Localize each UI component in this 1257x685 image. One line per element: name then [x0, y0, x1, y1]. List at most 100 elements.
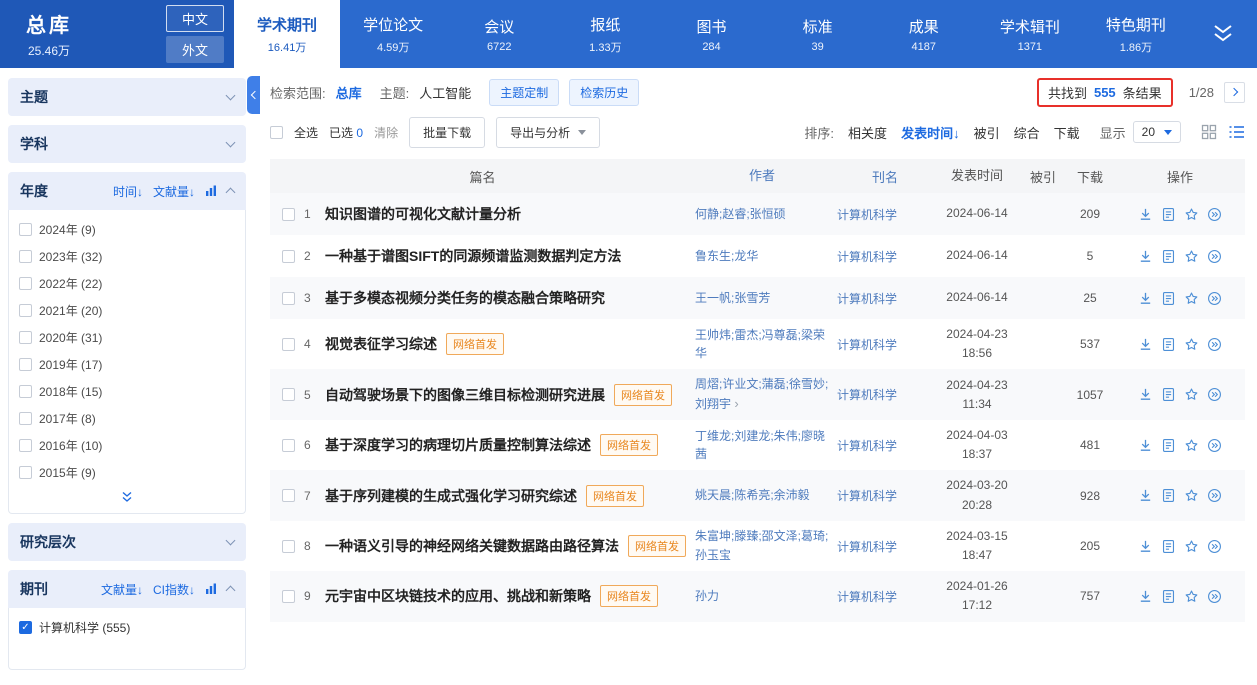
year-checkbox[interactable]: [19, 277, 32, 290]
chevron-down-icon[interactable]: [226, 138, 236, 148]
row-checkbox[interactable]: [282, 439, 295, 452]
clear-selection-button[interactable]: 清除: [374, 124, 398, 141]
page-size-select[interactable]: 20: [1133, 121, 1181, 143]
authors-cell[interactable]: 王帅炜;雷杰;冯尊磊;梁荣华: [695, 326, 837, 363]
total-library-block[interactable]: 总库 25.46万 中文 外文: [0, 0, 234, 68]
download-icon[interactable]: [1138, 207, 1153, 222]
year-checkbox[interactable]: [19, 250, 32, 263]
row-checkbox[interactable]: [282, 540, 295, 553]
year-filter-item[interactable]: 2016年 (10): [19, 432, 235, 459]
journal-sort-ci[interactable]: CI指数↓: [153, 581, 195, 598]
sidebar-collapse-icon[interactable]: [247, 76, 260, 114]
article-title-link[interactable]: 基于序列建模的生成式强化学习研究综述: [325, 486, 577, 506]
year-filter-item[interactable]: 2023年 (32): [19, 243, 235, 270]
row-checkbox[interactable]: [282, 250, 295, 263]
authors-cell[interactable]: 丁维龙;刘建龙;朱伟;廖晓茜: [695, 427, 837, 464]
tab-foreign[interactable]: 外文: [166, 36, 224, 63]
authors-cell[interactable]: 孙力: [695, 587, 837, 606]
year-checkbox[interactable]: [19, 223, 32, 236]
panel-topic-header[interactable]: 主题: [8, 78, 246, 116]
sort-option[interactable]: 被引: [974, 123, 1000, 142]
batch-download-button[interactable]: 批量下载: [409, 117, 485, 148]
favorite-icon[interactable]: [1184, 438, 1199, 453]
topic-custom-button[interactable]: 主题定制: [489, 79, 559, 106]
total-library[interactable]: 总库 25.46万: [26, 9, 72, 59]
year-checkbox[interactable]: [19, 466, 32, 479]
cite-icon[interactable]: [1207, 387, 1222, 402]
journal-link[interactable]: 计算机科学: [837, 588, 933, 605]
cite-icon[interactable]: [1207, 488, 1222, 503]
authors-text[interactable]: 何静;赵睿;张恒硕: [695, 207, 786, 221]
article-title-link[interactable]: 一种语义引导的神经网络关键数据路由路径算法: [325, 536, 619, 556]
authors-cell[interactable]: 王一帆;张雪芳: [695, 289, 837, 308]
select-all-label[interactable]: 全选: [294, 124, 318, 141]
cite-icon[interactable]: [1207, 249, 1222, 264]
search-history-button[interactable]: 检索历史: [569, 79, 639, 106]
next-page-button[interactable]: [1224, 82, 1245, 103]
article-title-link[interactable]: 自动驾驶场景下的图像三维目标检测研究进展: [325, 385, 605, 405]
export-analyze-button[interactable]: 导出与分析: [496, 117, 600, 148]
row-checkbox[interactable]: [282, 590, 295, 603]
sort-option[interactable]: 发表时间↓: [901, 123, 960, 142]
html-read-icon[interactable]: [1161, 488, 1176, 503]
authors-text[interactable]: 鲁东生;龙华: [695, 249, 758, 263]
database-tab[interactable]: 报纸 1.33万: [552, 0, 658, 68]
year-filter-item[interactable]: 2022年 (22): [19, 270, 235, 297]
year-filter-item[interactable]: 2020年 (31): [19, 324, 235, 351]
year-filter-item[interactable]: 2015年 (9): [19, 459, 235, 486]
year-filter-item[interactable]: 2019年 (17): [19, 351, 235, 378]
year-filter-item[interactable]: 2018年 (15): [19, 378, 235, 405]
journal-link[interactable]: 计算机科学: [837, 206, 933, 223]
authors-text[interactable]: 朱富坤;滕臻;邵文泽;葛琦;孙玉宝: [695, 529, 828, 562]
article-title-link[interactable]: 视觉表征学习综述: [325, 334, 437, 354]
html-read-icon[interactable]: [1161, 249, 1176, 264]
article-title-link[interactable]: 知识图谱的可视化文献计量分析: [325, 204, 521, 224]
year-checkbox[interactable]: [19, 331, 32, 344]
article-title-link[interactable]: 基于多模态视频分类任务的模态融合策略研究: [325, 288, 605, 308]
year-sort-count[interactable]: 文献量↓: [153, 183, 195, 200]
database-tab[interactable]: 成果 4187: [871, 0, 977, 68]
html-read-icon[interactable]: [1161, 438, 1176, 453]
favorite-icon[interactable]: [1184, 488, 1199, 503]
collapse-banner-icon[interactable]: [1189, 0, 1257, 68]
html-read-icon[interactable]: [1161, 387, 1176, 402]
article-title-link[interactable]: 一种基于谱图SIFT的同源频谱监测数据判定方法: [325, 246, 621, 266]
download-icon[interactable]: [1138, 589, 1153, 604]
database-tab[interactable]: 特色期刊 1.86万: [1083, 0, 1189, 68]
cite-icon[interactable]: [1207, 207, 1222, 222]
article-title-link[interactable]: 基于深度学习的病理切片质量控制算法综述: [325, 435, 591, 455]
download-icon[interactable]: [1138, 337, 1153, 352]
year-filter-item[interactable]: 2017年 (8): [19, 405, 235, 432]
database-tab[interactable]: 学术期刊 16.41万: [234, 0, 340, 68]
row-checkbox[interactable]: [282, 388, 295, 401]
cite-icon[interactable]: [1207, 337, 1222, 352]
authors-text[interactable]: 周熠;许业文;蒲磊;徐雪妙;刘翔宇: [695, 377, 828, 411]
favorite-icon[interactable]: [1184, 539, 1199, 554]
download-icon[interactable]: [1138, 387, 1153, 402]
panel-subject-header[interactable]: 学科: [8, 125, 246, 163]
journal-link[interactable]: 计算机科学: [837, 538, 933, 555]
journal-filter-item[interactable]: 计算机科学 (555): [19, 614, 235, 641]
sort-option[interactable]: 下载: [1054, 123, 1080, 142]
row-checkbox[interactable]: [282, 292, 295, 305]
database-tab[interactable]: 标准 39: [765, 0, 871, 68]
scope-value[interactable]: 总库: [336, 83, 362, 102]
year-checkbox[interactable]: [19, 304, 32, 317]
favorite-icon[interactable]: [1184, 589, 1199, 604]
authors-text[interactable]: 王一帆;张雪芳: [695, 291, 770, 305]
panel-research-level-header[interactable]: 研究层次: [8, 523, 246, 561]
sort-option[interactable]: 综合: [1014, 123, 1040, 142]
list-view-icon[interactable]: [1228, 124, 1245, 140]
favorite-icon[interactable]: [1184, 291, 1199, 306]
year-checkbox[interactable]: [19, 439, 32, 452]
html-read-icon[interactable]: [1161, 539, 1176, 554]
select-all-checkbox[interactable]: [270, 126, 283, 139]
cite-icon[interactable]: [1207, 539, 1222, 554]
download-icon[interactable]: [1138, 249, 1153, 264]
cite-icon[interactable]: [1207, 589, 1222, 604]
journal-link[interactable]: 计算机科学: [837, 487, 933, 504]
year-filter-item[interactable]: 2024年 (9): [19, 216, 235, 243]
favorite-icon[interactable]: [1184, 207, 1199, 222]
authors-text[interactable]: 姚天晨;陈希亮;余沛毅: [695, 488, 810, 502]
favorite-icon[interactable]: [1184, 387, 1199, 402]
